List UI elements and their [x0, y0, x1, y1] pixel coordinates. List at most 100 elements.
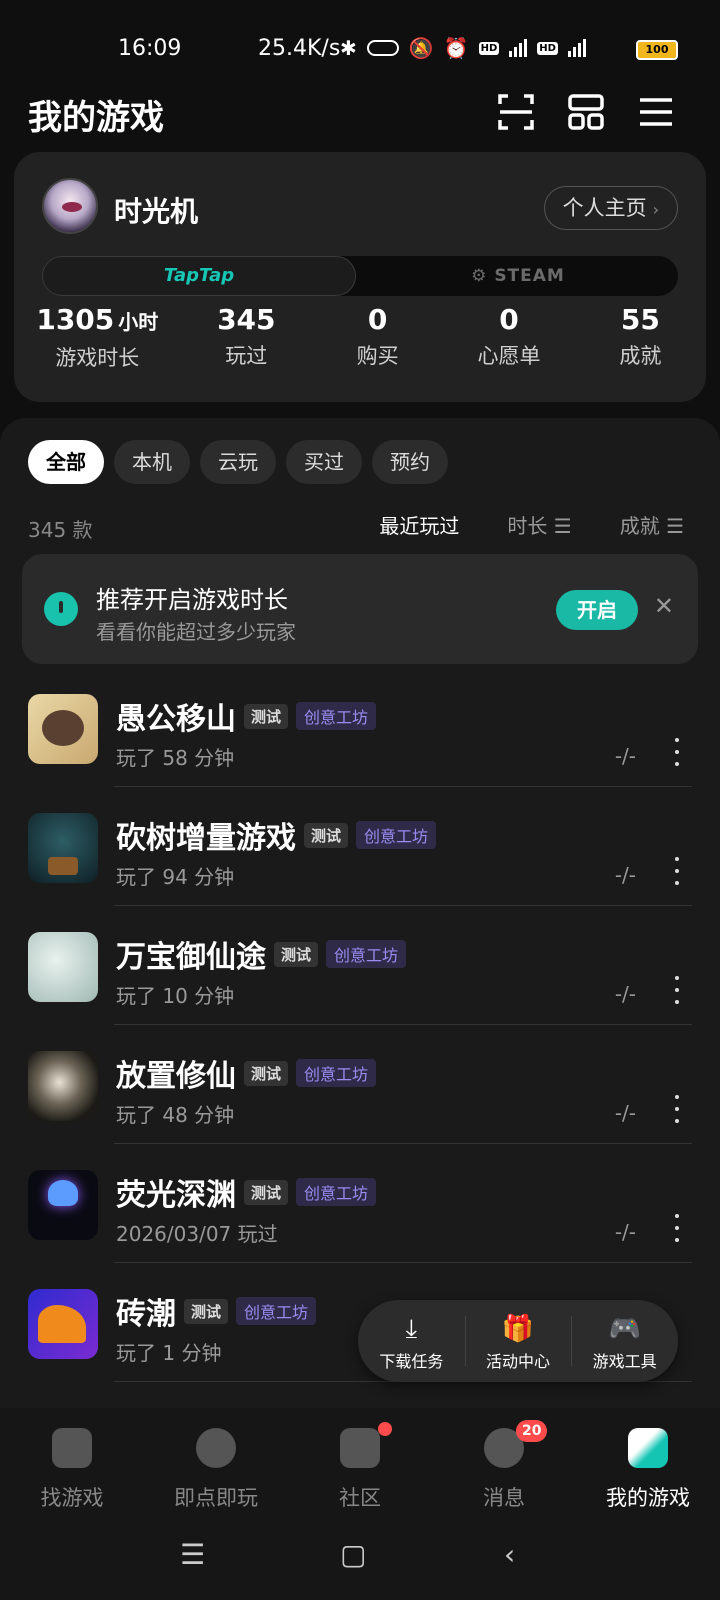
game-playtime: 玩了 10 分钟: [116, 984, 235, 1008]
stat-label: 玩过: [225, 344, 268, 368]
recents-icon[interactable]: ☰: [180, 1538, 205, 1571]
mute-icon: 🔕: [408, 36, 434, 60]
tag-workshop: 创意工坊: [296, 1059, 377, 1087]
close-icon[interactable]: ✕: [654, 592, 674, 620]
nav-messages[interactable]: 20 消息: [432, 1408, 576, 1518]
filter-cloud[interactable]: 云玩: [200, 440, 276, 484]
alarm-icon: ⏰: [443, 36, 469, 60]
more-icon[interactable]: [674, 738, 680, 766]
stat-value: 55: [620, 303, 660, 336]
tag-test: 测试: [304, 822, 349, 848]
my-games-icon: [628, 1428, 668, 1468]
filter-chips: 全部 本机 云玩 买过 预约: [28, 440, 448, 484]
stat-value: 345: [217, 303, 276, 336]
stats-row: 1305 小时 游戏时长 345 玩过 0 购买 0 心愿单 55 成就: [14, 302, 706, 372]
sort-recent[interactable]: 最近玩过: [379, 510, 459, 539]
game-icon: [28, 694, 98, 764]
home-icon[interactable]: ▢: [340, 1538, 366, 1571]
game-achievement: -/-: [614, 744, 636, 768]
bottom-nav: 找游戏 即点即玩 社区 20 消息 我的游戏: [0, 1408, 720, 1518]
tag-workshop: 创意工坊: [326, 940, 407, 968]
toolbar-label: 游戏工具: [592, 1352, 657, 1371]
community-icon: [340, 1428, 380, 1468]
stat-purchased[interactable]: 0 购买: [312, 302, 443, 372]
game-row[interactable]: 愚公移山 测试 创意工坊 玩了 58 分钟 -/-: [0, 668, 720, 787]
bluetooth-icon: ✱: [340, 36, 357, 60]
battery-icon: 100: [636, 40, 678, 60]
game-playtime: 玩了 94 分钟: [116, 865, 235, 889]
sort-duration[interactable]: 时长 ☰: [507, 510, 571, 539]
filter-all[interactable]: 全部: [28, 440, 104, 484]
status-icons: ✱ 🔕 ⏰ HD HD: [340, 36, 586, 60]
filter-reserved[interactable]: 预约: [372, 440, 448, 484]
game-icon: [28, 932, 98, 1002]
more-icon[interactable]: [674, 976, 680, 1004]
network-speed: 25.4K/s: [258, 36, 341, 61]
gamepad-icon: 🎮: [608, 1314, 641, 1344]
game-list: 愚公移山 测试 创意工坊 玩了 58 分钟 -/- 砍树增量游戏 测试 创意工坊 玩了 …: [0, 668, 720, 1382]
sort-achievement[interactable]: 成就 ☰: [620, 510, 684, 539]
events-center-button[interactable]: 🎁 活动中心: [464, 1300, 572, 1382]
enable-button[interactable]: 开启: [556, 590, 638, 630]
tag-workshop: 创意工坊: [296, 702, 377, 730]
tag-workshop: 创意工坊: [296, 1178, 377, 1206]
nav-find-games[interactable]: 找游戏: [0, 1408, 144, 1518]
platform-taptap[interactable]: TapTap: [42, 256, 356, 296]
game-tools-button[interactable]: 🎮 游戏工具: [571, 1300, 678, 1382]
homepage-label: 个人主页: [562, 196, 647, 220]
games-count: 345 款: [28, 518, 93, 542]
game-row[interactable]: 万宝御仙途 测试 创意工坊 玩了 10 分钟 -/-: [0, 906, 720, 1025]
game-achievement: -/-: [614, 863, 636, 887]
game-achievement: -/-: [614, 982, 636, 1006]
game-icon: [28, 813, 98, 883]
games-panel: 全部 本机 云玩 买过 预约 345 款 最近玩过 时长 ☰ 成就 ☰ 推荐开启…: [0, 418, 720, 1408]
game-icon: [28, 1289, 98, 1359]
more-icon[interactable]: [674, 857, 680, 885]
sort-icon: ☰: [666, 514, 684, 538]
message-badge: 20: [516, 1420, 548, 1442]
menu-icon[interactable]: [636, 92, 676, 132]
tag-test: 测试: [244, 1179, 289, 1205]
sort-achievement-label: 成就: [619, 514, 660, 538]
stat-value: 0: [367, 303, 388, 336]
platform-steam[interactable]: ⚙ STEAM: [358, 256, 678, 296]
stat-label: 游戏时长: [55, 346, 140, 370]
hd-icon: HD: [537, 41, 558, 55]
game-playtime: 玩了 48 分钟: [116, 1103, 235, 1127]
filter-bought[interactable]: 买过: [286, 440, 362, 484]
nav-community[interactable]: 社区: [288, 1408, 432, 1518]
scan-icon[interactable]: [496, 92, 536, 132]
filter-local[interactable]: 本机: [114, 440, 190, 484]
game-name: 荧光深渊: [116, 1178, 236, 1213]
game-row[interactable]: 放置修仙 测试 创意工坊 玩了 48 分钟 -/-: [0, 1025, 720, 1144]
back-icon[interactable]: ‹: [504, 1538, 515, 1571]
nav-label: 社区: [339, 1486, 381, 1510]
homepage-button[interactable]: 个人主页 ›: [543, 186, 678, 230]
gift-icon: 🎁: [501, 1314, 535, 1344]
page-title: 我的游戏: [28, 98, 164, 138]
game-playtime: 玩了 1 分钟: [116, 1341, 222, 1365]
game-name: 砖潮: [116, 1297, 176, 1332]
signal-icon: [567, 39, 586, 57]
more-icon[interactable]: [674, 1095, 680, 1123]
signal-icon: [509, 39, 528, 57]
nav-instant-play[interactable]: 即点即玩: [144, 1408, 288, 1518]
stat-wishlist[interactable]: 0 心愿单: [443, 302, 574, 372]
game-icon: [28, 1051, 98, 1121]
game-row[interactable]: 荧光深渊 测试 创意工坊 2026/03/07 玩过 -/-: [0, 1144, 720, 1263]
stat-played[interactable]: 345 玩过: [181, 302, 312, 372]
nav-label: 我的游戏: [606, 1486, 690, 1510]
layout-icon[interactable]: [566, 92, 606, 132]
game-name: 放置修仙: [116, 1059, 236, 1094]
game-row[interactable]: 砍树增量游戏 测试 创意工坊 玩了 94 分钟 -/-: [0, 787, 720, 906]
avatar[interactable]: [42, 178, 98, 234]
game-name: 愚公移山: [116, 702, 236, 737]
username[interactable]: 时光机: [114, 190, 198, 230]
stat-achievements[interactable]: 55 成就: [575, 302, 706, 372]
tag-test: 测试: [244, 1060, 289, 1086]
stat-unit: 小时: [118, 310, 159, 334]
stat-playtime[interactable]: 1305 小时 游戏时长: [14, 302, 181, 372]
nav-my-games[interactable]: 我的游戏: [576, 1408, 720, 1518]
more-icon[interactable]: [674, 1214, 680, 1242]
download-tasks-button[interactable]: ⤓ 下载任务: [358, 1300, 465, 1382]
